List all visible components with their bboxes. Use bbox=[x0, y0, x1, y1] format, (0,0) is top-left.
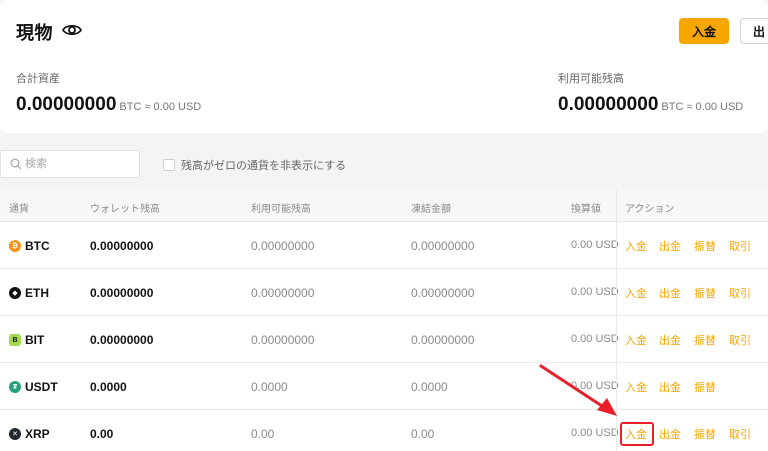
wallet-balance: 0.00000000 bbox=[90, 333, 154, 347]
table-row: ◆ ETH 0.00000000 0.00000000 0.00000000 0… bbox=[0, 269, 768, 316]
eth-icon: ◆ bbox=[9, 287, 21, 299]
available-balance-amount: 0.00000000 bbox=[558, 94, 659, 115]
available-balance-value: 0.00000000 BTC ≈ 0.00 USD bbox=[558, 94, 743, 116]
converted-value: 0.00 USD bbox=[571, 333, 619, 345]
header-wallet-balance: ウォレット残高 bbox=[90, 204, 160, 215]
trade-link[interactable]: 取引 bbox=[729, 426, 751, 442]
withdraw-link[interactable]: 出金 bbox=[659, 426, 681, 442]
withdraw-link[interactable]: 出金 bbox=[659, 332, 681, 348]
wallet-balance: 0.00 bbox=[90, 427, 114, 441]
trade-link[interactable]: 取引 bbox=[729, 332, 751, 348]
transfer-link[interactable]: 振替 bbox=[694, 426, 716, 442]
available-balance: 0.00000000 bbox=[251, 286, 315, 300]
transfer-link[interactable]: 振替 bbox=[694, 285, 716, 301]
balances-table: 通貨 ウォレット残高 利用可能残高 凍結金額 換算値 アクション ₿ BTC 0… bbox=[0, 190, 768, 451]
header-currency: 通貨 bbox=[9, 204, 29, 215]
wallet-balance: 0.0000 bbox=[90, 380, 127, 394]
available-balance: 0.0000 bbox=[251, 380, 288, 394]
coin-name: ETH bbox=[25, 286, 49, 300]
table-row: ₿ BTC 0.00000000 0.00000000 0.00000000 0… bbox=[0, 222, 768, 269]
deposit-link[interactable]: 入金 bbox=[625, 238, 647, 254]
converted-value: 0.00 USD bbox=[571, 286, 619, 298]
withdraw-link[interactable]: 出金 bbox=[659, 238, 681, 254]
hide-zero-label: 残高がゼロの通貨を非表示にする bbox=[181, 160, 347, 172]
deposit-link[interactable]: 入金 bbox=[625, 379, 647, 395]
header-actions: アクション bbox=[625, 204, 675, 215]
header-available-balance: 利用可能残高 bbox=[251, 204, 311, 215]
bit-icon: B bbox=[9, 334, 21, 346]
withdraw-link[interactable]: 出金 bbox=[659, 285, 681, 301]
btc-icon: ₿ bbox=[9, 240, 21, 252]
available-balance-label: 利用可能残高 bbox=[558, 73, 624, 85]
deposit-button[interactable]: 入金 bbox=[679, 18, 729, 44]
xrp-icon: ✕ bbox=[9, 428, 21, 440]
coin-name: BIT bbox=[25, 333, 45, 347]
total-assets-amount: 0.00000000 bbox=[16, 94, 117, 115]
frozen-amount: 0.00000000 bbox=[411, 286, 475, 300]
hide-zero-checkbox[interactable] bbox=[163, 159, 175, 171]
spot-summary-card: 現物 入金 出 合計資産 0.00000000 BTC ≈ 0.00 USD 利用… bbox=[0, 0, 768, 133]
transfer-link[interactable]: 振替 bbox=[694, 379, 716, 395]
table-header: 通貨 ウォレット残高 利用可能残高 凍結金額 換算値 アクション bbox=[0, 190, 768, 222]
table-row: B BIT 0.00000000 0.00000000 0.00000000 0… bbox=[0, 316, 768, 363]
page-title: 現物 bbox=[16, 23, 53, 43]
converted-value: 0.00 USD bbox=[571, 239, 619, 251]
eye-icon[interactable] bbox=[62, 21, 82, 39]
coin-name: XRP bbox=[25, 427, 50, 441]
header-converted-value: 換算値 bbox=[571, 204, 601, 215]
total-assets-conversion: BTC ≈ 0.00 USD bbox=[119, 101, 202, 113]
frozen-amount: 0.00000000 bbox=[411, 239, 475, 253]
total-assets-label: 合計資産 bbox=[16, 73, 60, 85]
deposit-link[interactable]: 入金 bbox=[625, 426, 647, 442]
hide-zero-balance-toggle[interactable]: 残高がゼロの通貨を非表示にする bbox=[163, 157, 346, 173]
search-input[interactable] bbox=[25, 155, 135, 173]
coin-name: USDT bbox=[25, 380, 58, 394]
withdraw-link[interactable]: 出金 bbox=[659, 379, 681, 395]
available-balance-conversion: BTC ≈ 0.00 USD bbox=[661, 101, 744, 113]
header-frozen-amount: 凍結金額 bbox=[411, 204, 451, 215]
deposit-link[interactable]: 入金 bbox=[625, 332, 647, 348]
frozen-amount: 0.00000000 bbox=[411, 333, 475, 347]
trade-link[interactable]: 取引 bbox=[729, 238, 751, 254]
converted-value: 0.00 USD bbox=[571, 427, 619, 439]
trade-link[interactable]: 取引 bbox=[729, 285, 751, 301]
available-balance: 0.00 bbox=[251, 427, 275, 441]
available-balance: 0.00000000 bbox=[251, 333, 315, 347]
transfer-link[interactable]: 振替 bbox=[694, 332, 716, 348]
deposit-link[interactable]: 入金 bbox=[625, 285, 647, 301]
transfer-link[interactable]: 振替 bbox=[694, 238, 716, 254]
wallet-balance: 0.00000000 bbox=[90, 286, 154, 300]
available-balance: 0.00000000 bbox=[251, 239, 315, 253]
table-row: ✕ XRP 0.00 0.00 0.00 0.00 USD 入金 出金 振替 取… bbox=[0, 410, 768, 451]
frozen-amount: 0.0000 bbox=[411, 380, 448, 394]
total-assets-value: 0.00000000 BTC ≈ 0.00 USD bbox=[16, 94, 201, 116]
coin-name: BTC bbox=[25, 239, 50, 253]
withdraw-button[interactable]: 出 bbox=[740, 18, 768, 44]
wallet-balance: 0.00000000 bbox=[90, 239, 154, 253]
usdt-icon: ₮ bbox=[9, 381, 21, 393]
search-icon bbox=[10, 158, 22, 170]
search-box[interactable] bbox=[0, 150, 140, 178]
table-row: ₮ USDT 0.0000 0.0000 0.0000 0.00 USD 入金 … bbox=[0, 363, 768, 410]
annotation-arrow-icon bbox=[539, 364, 617, 416]
frozen-amount: 0.00 bbox=[411, 427, 435, 441]
